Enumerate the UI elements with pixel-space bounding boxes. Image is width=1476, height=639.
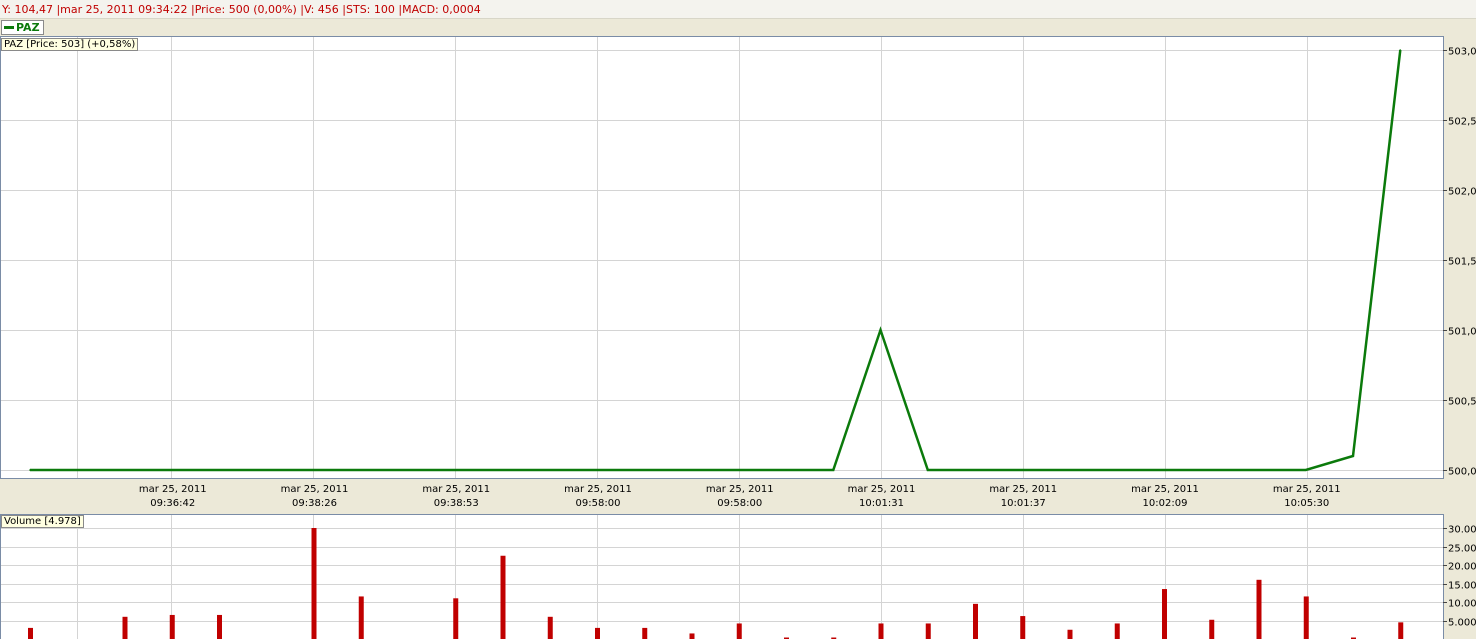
price-y-tick-label: 502,0 bbox=[1448, 187, 1476, 198]
x-tick-date: mar 25, 2011 bbox=[281, 484, 349, 495]
volume-bar bbox=[311, 528, 317, 639]
volume-y-tick-label: 15.00 bbox=[1448, 581, 1476, 592]
price-y-tick-label: 502,5 bbox=[1448, 117, 1476, 128]
volume-bar bbox=[973, 603, 978, 639]
volume-bar bbox=[358, 596, 364, 639]
chart-area[interactable]: 500,0 500,5 501,0 501,5 502,0 502,5 503,0 5.00… bbox=[0, 36, 1476, 639]
x-tick-time: 09:36:42 bbox=[150, 498, 195, 509]
volume-bar bbox=[28, 627, 33, 639]
x-tick-time: 09:58:00 bbox=[717, 498, 762, 509]
price-point bbox=[785, 469, 787, 471]
legend-strip: PAZ bbox=[0, 19, 1476, 36]
volume-y-axis: 5.000 10.00 15.00 20.00 25.00 30.00 bbox=[1443, 525, 1476, 629]
x-tick-date: mar 25, 2011 bbox=[564, 484, 632, 495]
volume-bar bbox=[1303, 596, 1309, 639]
x-tick-date: mar 25, 2011 bbox=[1273, 484, 1341, 495]
x-tick-time: 09:58:00 bbox=[576, 498, 621, 509]
x-tick-date: mar 25, 2011 bbox=[848, 484, 916, 495]
volume-y-tick-label: 10.00 bbox=[1448, 599, 1476, 610]
volume-y-tick-label: 25.00 bbox=[1448, 544, 1476, 555]
volume-bar bbox=[595, 627, 600, 639]
x-tick-time: 10:05:30 bbox=[1284, 498, 1329, 509]
volume-bar bbox=[1020, 616, 1026, 639]
price-y-tick-label: 501,5 bbox=[1448, 257, 1476, 268]
x-tick-date: mar 25, 2011 bbox=[989, 484, 1057, 495]
x-tick-date: mar 25, 2011 bbox=[139, 484, 207, 495]
volume-y-tick-label: 30.00 bbox=[1448, 525, 1476, 536]
x-tick-time: 10:01:37 bbox=[1001, 498, 1046, 509]
x-tick-date: mar 25, 2011 bbox=[1131, 484, 1199, 495]
price-panel-tag: PAZ [Price: 503] (+0,58%) bbox=[1, 38, 139, 51]
x-tick-date: mar 25, 2011 bbox=[706, 484, 774, 495]
price-grid bbox=[0, 36, 1444, 479]
volume-bar bbox=[547, 616, 553, 639]
x-tick-time: 09:38:26 bbox=[292, 498, 337, 509]
legend-item-paz[interactable]: PAZ bbox=[1, 20, 44, 35]
legend-swatch-icon bbox=[4, 26, 14, 29]
volume-bar bbox=[1162, 589, 1167, 639]
volume-panel-tag: Volume [4.978] bbox=[1, 515, 84, 528]
price-y-axis: 500,0 500,5 501,0 501,5 502,0 502,5 503,0 bbox=[1443, 47, 1476, 478]
volume-y-tick-label: 20.00 bbox=[1448, 562, 1476, 573]
volume-bar bbox=[1067, 629, 1073, 639]
x-tick-time: 09:38:53 bbox=[434, 498, 479, 509]
x-tick-date: mar 25, 2011 bbox=[422, 484, 490, 495]
volume-bar bbox=[1209, 619, 1215, 639]
price-point bbox=[832, 469, 835, 471]
volume-bar bbox=[500, 555, 506, 639]
volume-grid bbox=[0, 514, 1444, 639]
price-y-tick-label: 500,0 bbox=[1448, 467, 1476, 478]
volume-bar bbox=[453, 598, 459, 639]
volume-bar bbox=[1114, 623, 1120, 639]
volume-bar bbox=[122, 616, 128, 639]
price-point bbox=[1304, 469, 1307, 471]
price-panel-bg bbox=[0, 36, 1444, 479]
volume-bar bbox=[1398, 622, 1404, 639]
volume-bar bbox=[642, 627, 648, 639]
volume-bar bbox=[878, 623, 884, 639]
volume-panel-bg bbox=[0, 514, 1444, 639]
status-line: Y: 104,47 |mar 25, 2011 09:34:22 |Price:… bbox=[0, 0, 1476, 19]
price-point bbox=[1399, 49, 1402, 51]
price-point bbox=[879, 329, 882, 331]
volume-y-tick-label: 5.000 bbox=[1448, 618, 1476, 629]
x-tick-time: 10:02:09 bbox=[1143, 498, 1188, 509]
price-y-tick-label: 500,5 bbox=[1448, 397, 1476, 408]
price-y-tick-label: 501,0 bbox=[1448, 327, 1476, 338]
volume-bar bbox=[1256, 579, 1262, 639]
volume-bar bbox=[217, 614, 222, 639]
price-point bbox=[29, 469, 31, 471]
volume-bar bbox=[169, 614, 175, 639]
volume-bar bbox=[689, 633, 695, 639]
x-axis: mar 25, 2011 09:36:42 mar 25, 2011 09:38:26… bbox=[139, 484, 1341, 509]
x-tick-time: 10:01:31 bbox=[859, 498, 904, 509]
price-y-tick-label: 503,0 bbox=[1448, 47, 1476, 58]
volume-bar bbox=[925, 623, 931, 639]
price-point bbox=[1352, 455, 1354, 457]
volume-bar bbox=[736, 623, 742, 639]
legend-label: PAZ bbox=[16, 21, 40, 34]
price-point bbox=[926, 469, 929, 471]
